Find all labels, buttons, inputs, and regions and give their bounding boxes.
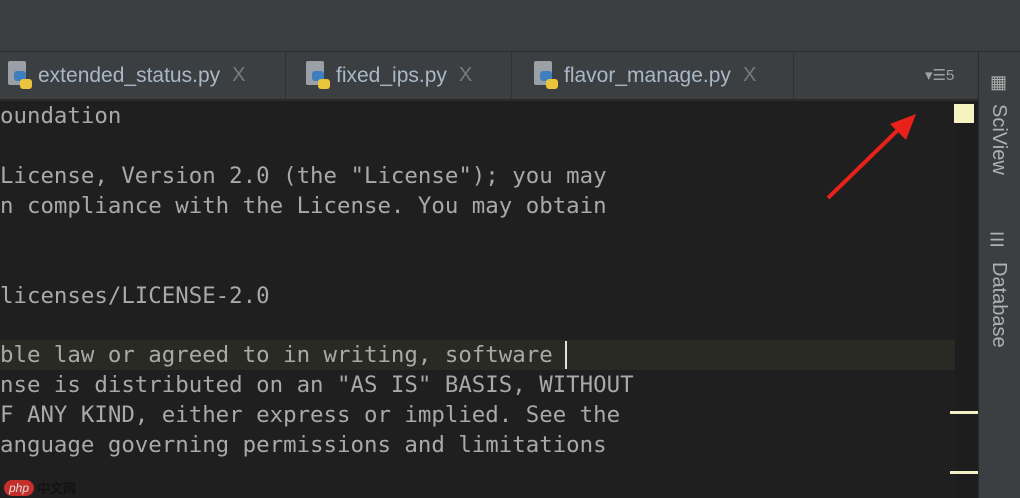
tab-list-icon: ▾☰ [925,67,946,84]
tab-count: 5 [945,67,955,84]
code-line: n compliance with the License. You may o… [0,193,607,219]
code-line: F ANY KIND, either express or implied. S… [0,402,621,428]
code-line: ble law or agreed to in writing, softwar… [0,342,553,368]
code-line: nse is distributed on an "AS IS" BASIS, … [0,372,634,398]
database-icon: ☰ [989,230,1006,250]
python-file-icon [4,60,34,91]
watermark-logo: php 中文网 [4,478,76,497]
code-line: licenses/LICENSE-2.0 [0,283,270,309]
tab-list-button[interactable]: ▾☰5 [925,66,954,84]
code-line: License, Version 2.0 (the "License"); yo… [0,163,607,189]
close-icon[interactable]: X [232,64,245,87]
tab-label: extended_status.py [38,63,221,87]
sciview-tool-button[interactable]: SciView [987,104,1010,175]
tab-extended-status[interactable]: extended_status.py X [0,52,286,99]
sciview-grid-icon: ▦ [990,72,1008,92]
code-line: anguage governing permissions and limita… [0,432,607,458]
database-tool-button[interactable]: Database [987,262,1010,348]
close-icon[interactable]: X [459,64,472,87]
editor-tab-bar: extended_status.py X fixed_ips.py X flav… [0,52,978,100]
error-stripe-gutter[interactable] [955,101,978,498]
tab-label: flavor_manage.py [564,63,731,87]
title-bar [0,0,1020,52]
text-caret [565,341,567,369]
python-file-icon [302,60,332,91]
tab-label: fixed_ips.py [336,63,447,87]
annotation-arrow-icon [826,114,916,200]
error-stripe-mark[interactable] [950,411,978,414]
inspection-status-indicator[interactable] [954,104,974,123]
code-line: oundation [0,103,122,129]
python-file-icon [530,60,560,91]
tab-fixed-ips[interactable]: fixed_ips.py X [286,52,512,99]
close-icon[interactable]: X [743,64,756,87]
error-stripe-mark[interactable] [950,471,978,474]
tab-flavor-manage[interactable]: flavor_manage.py X [512,52,794,99]
right-tool-window-bar: ▦ SciView ☰ Database [978,52,1020,498]
